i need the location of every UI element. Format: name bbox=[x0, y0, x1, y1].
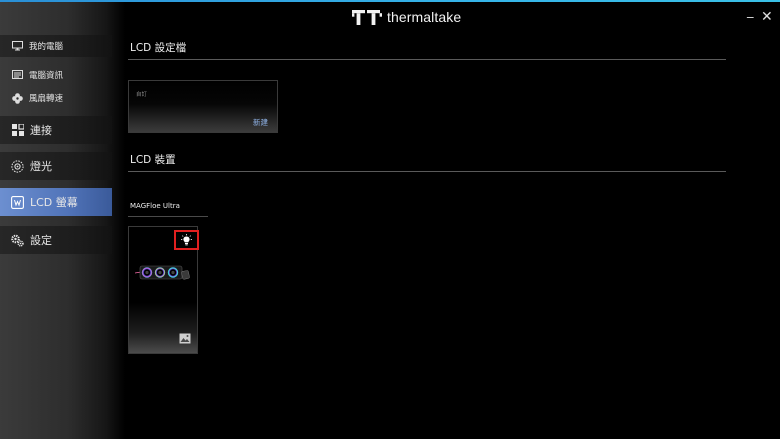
sidebar-item-label: 我的電腦 bbox=[29, 42, 64, 52]
monitor-icon bbox=[11, 40, 23, 52]
lcd-screen-icon bbox=[11, 195, 24, 209]
sidebar-item-connect[interactable]: 連接 bbox=[0, 116, 112, 144]
connect-tiles-icon bbox=[11, 124, 24, 137]
sidebar-item-label: 燈光 bbox=[30, 160, 52, 173]
sidebar-item-settings[interactable]: 設定 bbox=[0, 226, 112, 254]
section-divider bbox=[128, 59, 726, 60]
section-divider bbox=[128, 171, 726, 172]
thermaltake-logo: thermaltake bbox=[352, 9, 461, 25]
sidebar-item-label: 設定 bbox=[30, 234, 52, 247]
device-tab-magfloe-ultra[interactable]: MAGFloe Ultra bbox=[130, 202, 180, 210]
lcd-device-section-title: LCD 裝置 bbox=[130, 154, 176, 166]
sidebar-item-label: 風扇轉速 bbox=[29, 94, 64, 104]
lcd-profile-section-title: LCD 設定檔 bbox=[130, 42, 187, 54]
sidebar-item-label: LCD 螢幕 bbox=[30, 196, 78, 209]
minimize-button[interactable]: _ bbox=[747, 5, 754, 19]
sidebar-item-label: 電腦資訊 bbox=[29, 71, 64, 81]
cooler-product-image bbox=[135, 265, 190, 280]
fan-icon bbox=[11, 92, 23, 104]
sidebar-item-fan-speed[interactable]: 風扇轉速 bbox=[0, 87, 112, 109]
sidebar-item-label: 連接 bbox=[30, 124, 52, 137]
close-button[interactable]: ✕ bbox=[761, 10, 773, 24]
profile-card-name: 自訂 bbox=[136, 92, 148, 98]
lighting-toggle-button[interactable] bbox=[174, 230, 199, 250]
thermaltake-logo-icon bbox=[352, 9, 382, 25]
sidebar-item-lighting[interactable]: 燈光 bbox=[0, 152, 112, 180]
lighting-icon bbox=[11, 159, 24, 173]
lightbulb-icon bbox=[181, 233, 192, 245]
lcd-profile-card[interactable]: 自訂 新建 bbox=[128, 80, 278, 133]
image-icon[interactable] bbox=[179, 333, 191, 344]
gears-icon bbox=[11, 234, 24, 247]
sidebar: 我的電腦 電腦資訊 風扇轉速 連接 燈光 LCD 螢幕 設定 bbox=[0, 2, 125, 439]
logo-text: thermaltake bbox=[387, 9, 462, 25]
device-tab-underline bbox=[128, 216, 208, 217]
new-profile-button[interactable]: 新建 bbox=[253, 117, 268, 128]
lcd-device-card[interactable] bbox=[128, 226, 199, 354]
info-panel-icon bbox=[11, 69, 23, 81]
sidebar-item-lcd-screen[interactable]: LCD 螢幕 bbox=[0, 188, 112, 216]
sidebar-item-my-computer[interactable]: 我的電腦 bbox=[0, 35, 112, 57]
sidebar-item-pc-info[interactable]: 電腦資訊 bbox=[0, 64, 112, 86]
title-bar: thermaltake _ ✕ bbox=[0, 2, 780, 32]
